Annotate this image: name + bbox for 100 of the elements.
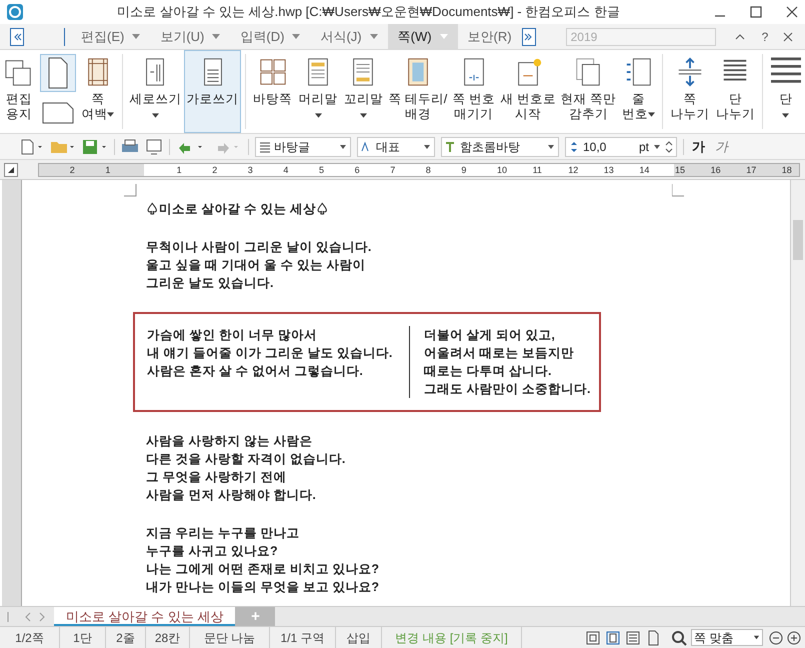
text-line: 내 얘기 들어줄 이가 그리운 날도 있습니다. bbox=[147, 345, 394, 362]
text-line: 울고 싶을 때 기대어 울 수 있는 사람이 bbox=[146, 257, 366, 274]
ribbon-button[interactable]: 단 나누기 bbox=[712, 50, 758, 133]
scroll-left-icon[interactable] bbox=[10, 28, 24, 46]
status-item: 28칸 bbox=[146, 627, 190, 648]
scroll-right-icon[interactable] bbox=[522, 28, 536, 46]
text-line: 다른 것을 사랑할 자격이 없습니다. bbox=[146, 451, 346, 468]
ribbon-button[interactable]: 세로쓰기 bbox=[126, 50, 184, 133]
ruler-number: 17 bbox=[746, 164, 756, 176]
font-size-field[interactable]: 10,0 pt bbox=[565, 136, 677, 156]
ribbon-button[interactable]: 새 번호로 시작 bbox=[498, 50, 558, 133]
horizontal-ruler[interactable]: 2 1 1 2 3 4 5 6 7 8 9 10 11 12 13 14 15 16 17 18 bbox=[38, 162, 800, 176]
maximize-icon[interactable] bbox=[749, 5, 763, 19]
page-corner-mark bbox=[124, 184, 137, 197]
ruler-number: 11 bbox=[532, 164, 542, 176]
ruler-corner-icon[interactable] bbox=[4, 162, 18, 176]
ruler-number: 3 bbox=[248, 164, 253, 176]
font-icon bbox=[445, 140, 457, 152]
status-item: 1단 bbox=[60, 627, 106, 648]
ribbon-button[interactable]: 줄 번호 bbox=[618, 50, 658, 133]
ruler-number: 6 bbox=[354, 164, 360, 176]
font-dropdown[interactable]: 함초롬바탕 bbox=[441, 136, 559, 156]
page-icon bbox=[47, 57, 69, 89]
text-line: 때로는 다투며 삽니다. bbox=[424, 363, 552, 380]
status-item: 변경 내용 [기록 중지] bbox=[382, 627, 522, 648]
ribbon-button[interactable]: 쪽 여백 bbox=[78, 50, 118, 133]
caret-icon bbox=[132, 34, 140, 39]
menu-tab[interactable]: 편집(E) bbox=[71, 24, 150, 49]
text-line: 그래도 사람만이 소중합니다. bbox=[424, 381, 590, 398]
page-view-icon bbox=[605, 630, 621, 646]
ribbon-button[interactable]: 편집 용지 bbox=[0, 50, 38, 133]
caret-icon bbox=[547, 142, 555, 150]
menu-tab[interactable]: 서식(J) bbox=[310, 24, 388, 49]
zoom-dropdown[interactable]: 쪽 맞춤 bbox=[691, 629, 763, 646]
preview-icon[interactable] bbox=[145, 138, 163, 154]
menu-tab[interactable]: 보안(R) bbox=[458, 24, 522, 49]
close-icon[interactable] bbox=[785, 5, 799, 19]
ribbon-button[interactable]: 쪽 나누기 bbox=[667, 50, 713, 133]
line-spacing-icon bbox=[569, 140, 579, 152]
close-icon[interactable] bbox=[782, 30, 794, 42]
text-line: 나는 그에게 어떤 존재로 비치고 있나요? bbox=[146, 561, 380, 578]
spinner-icon bbox=[665, 140, 673, 154]
menu-tab[interactable]: 입력(D) bbox=[230, 24, 310, 49]
text-line: 지금 우리는 누구를 만나고 bbox=[146, 525, 300, 542]
paragraph-lines-icon bbox=[259, 140, 271, 152]
vertical-scrollbar[interactable] bbox=[790, 180, 805, 606]
save-icon[interactable] bbox=[82, 138, 108, 154]
ribbon-button[interactable]: 쪽 번호 매기기 bbox=[449, 50, 498, 133]
search-icon bbox=[671, 630, 687, 646]
help-button[interactable]: ? bbox=[762, 28, 768, 46]
document-tab[interactable]: 미소로 살아갈 수 있는 세상 bbox=[54, 607, 236, 626]
caret-icon bbox=[370, 34, 378, 39]
text-line: 사람은 혼자 살 수 없어서 그렇습니다. bbox=[147, 363, 364, 380]
printer-icon[interactable] bbox=[121, 138, 139, 154]
status-item: 1/2쪽 bbox=[0, 627, 60, 648]
app-logo-icon bbox=[6, 3, 24, 21]
text-line: 내가 만나는 이들의 무엇을 보고 있나요? bbox=[146, 579, 380, 596]
text-line: 그리운 날도 있습니다. bbox=[146, 275, 274, 292]
text-line: 무척이나 사람이 그리운 날이 있습니다. bbox=[146, 239, 372, 256]
menu-tab[interactable]: 보기(U) bbox=[150, 24, 230, 49]
ruler-number: 4 bbox=[283, 164, 288, 176]
ruler-number: 15 bbox=[675, 164, 686, 176]
text-line: 어울려서 때로는 보듬지만 bbox=[424, 345, 575, 362]
text-line: 그 무엇을 사랑하기 전에 bbox=[146, 469, 288, 486]
language-dropdown[interactable]: 대표 bbox=[357, 136, 435, 156]
status-item: 2줄 bbox=[106, 627, 146, 648]
zoom-in-icon bbox=[787, 630, 801, 644]
caret-icon bbox=[339, 142, 347, 150]
ribbon-button[interactable]: 현재 쪽만 감추기 bbox=[558, 50, 619, 133]
grid-icon bbox=[258, 57, 288, 87]
text-line: 더불어 살게 되어 있고, bbox=[424, 327, 556, 344]
italic-button[interactable]: 가 bbox=[713, 136, 730, 156]
page-portrait-button[interactable] bbox=[40, 54, 76, 92]
caret-icon bbox=[292, 34, 300, 39]
ribbon-button[interactable]: 머리말 bbox=[295, 50, 341, 133]
lines-view-icon bbox=[625, 630, 641, 646]
ruler-number: 1 bbox=[105, 164, 110, 176]
new-document-icon[interactable] bbox=[20, 138, 44, 154]
menu-tab[interactable]: 쪽(W) bbox=[388, 24, 458, 49]
ribbon-button[interactable]: 단 bbox=[766, 50, 805, 133]
zoom-out-icon bbox=[769, 630, 783, 644]
text-line: 누구를 사귀고 있나요? bbox=[146, 543, 279, 560]
status-item: 삽입 bbox=[336, 627, 382, 648]
ribbon-button[interactable]: 꼬리말 bbox=[340, 50, 386, 133]
caret-icon bbox=[423, 142, 431, 150]
ribbon-button[interactable]: 바탕쪽 bbox=[250, 50, 296, 133]
page-corner-mark bbox=[672, 184, 685, 197]
bold-button[interactable]: 가 bbox=[690, 136, 707, 156]
ruler-number: 2 bbox=[70, 164, 75, 176]
ribbon-button[interactable]: 쪽 테두리/ 배경 bbox=[386, 50, 450, 133]
style-dropdown[interactable]: 바탕글 bbox=[255, 136, 351, 156]
ruler-number: 13 bbox=[604, 164, 614, 176]
ruler-number: 9 bbox=[461, 164, 466, 176]
caret-icon bbox=[753, 634, 760, 641]
ribbon-button[interactable]: 가로쓰기 bbox=[184, 50, 242, 133]
ruler-number: 18 bbox=[782, 164, 792, 176]
ruler-number: 10 bbox=[497, 164, 508, 176]
text-line: 사람을 먼저 사랑해야 합니다. bbox=[146, 487, 317, 504]
ruler-number: 1 bbox=[176, 164, 182, 176]
window-title: 미소로 살아갈 수 있는 세상.hwp [C:₩Users₩오운현₩Documents₩] - 한컴오피스 한글 bbox=[116, 3, 621, 22]
